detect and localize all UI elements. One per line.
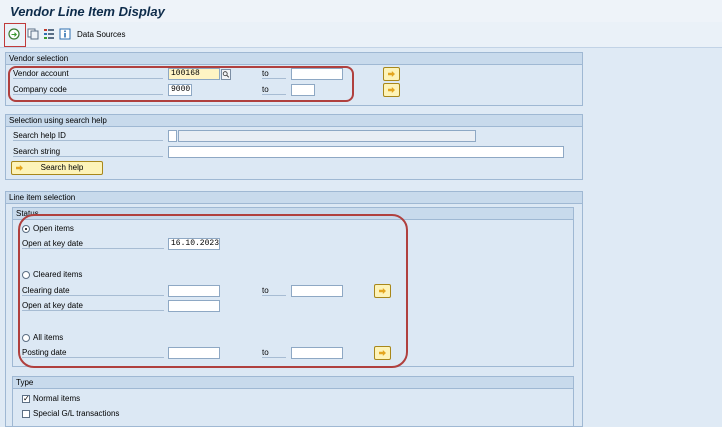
special-gl-label: Special G/L transactions [33,409,120,418]
search-string-field[interactable] [168,146,564,158]
normal-items-label: Normal items [33,394,81,403]
search-help-heading: Selection using search help [6,115,582,127]
copy-variant-icon[interactable] [27,28,39,40]
search-help-id-description [178,130,476,142]
page-title: Vendor Line Item Display [10,4,165,19]
selection-options-icon[interactable] [43,28,55,40]
type-group: Type [12,376,574,427]
data-sources-button[interactable]: Data Sources [77,30,125,39]
vendor-multiple-selection-button[interactable] [383,67,400,81]
special-gl-checkbox[interactable] [22,410,30,418]
info-icon[interactable] [59,28,71,40]
search-help-button-label: Search help [40,163,84,172]
search-help-button[interactable]: Search help [11,161,103,175]
execute-icon[interactable] [8,28,20,40]
vendor-selection-heading: Vendor selection [6,53,582,65]
status-highlight-oval [18,214,408,368]
search-string-label: Search string [13,147,163,157]
company-multiple-selection-button[interactable] [383,83,400,97]
type-heading: Type [13,377,573,389]
search-help-id-label: Search help ID [13,131,163,141]
title-bar: Vendor Line Item Display [0,0,722,22]
search-help-id-field[interactable] [168,130,177,142]
application-toolbar: Data Sources [0,22,722,48]
arrow-icon [16,165,23,171]
line-item-heading: Line item selection [6,192,582,204]
vendor-highlight-oval [8,66,354,102]
normal-items-checkbox[interactable]: ✓ [22,395,30,403]
